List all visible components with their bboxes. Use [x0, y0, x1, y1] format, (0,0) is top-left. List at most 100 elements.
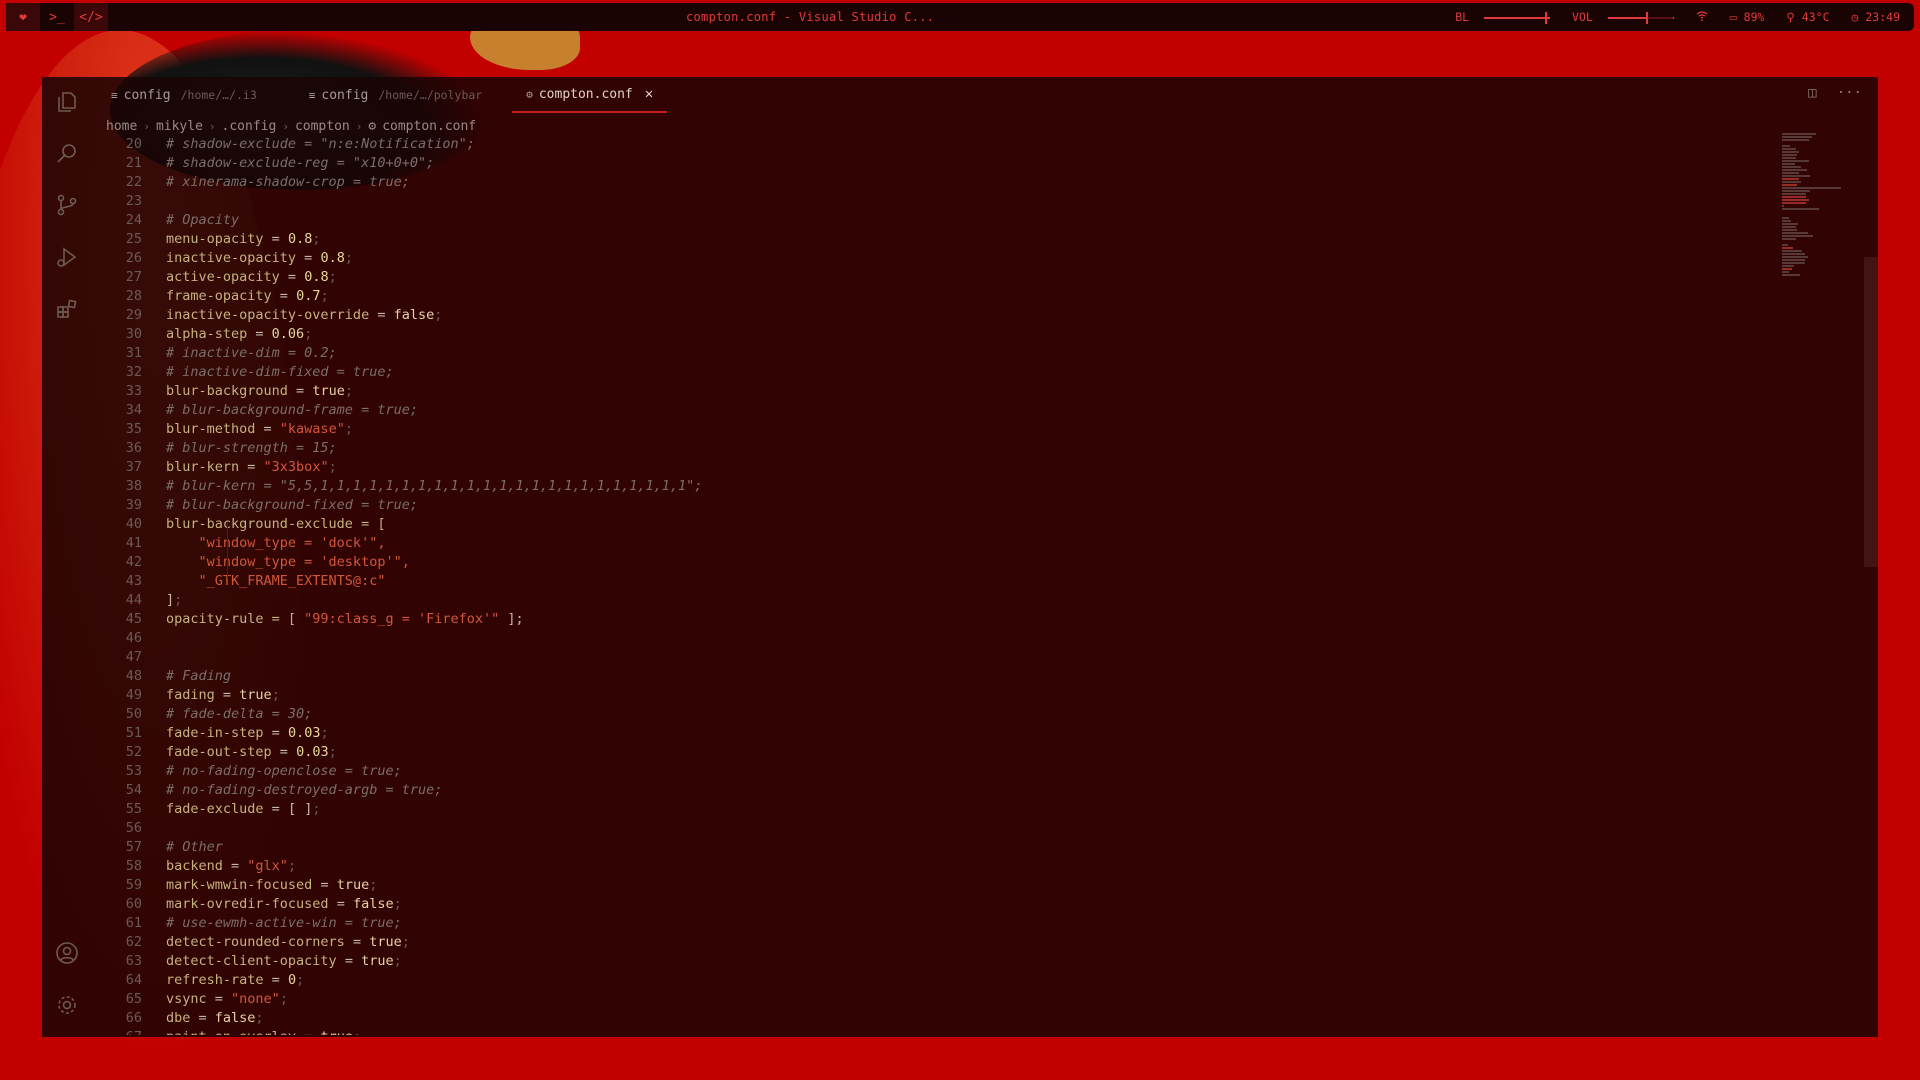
volume-slider[interactable] — [1607, 11, 1674, 24]
code-line[interactable]: 65 vsync = "none"; — [92, 990, 1792, 1009]
line-number: 22 — [125, 174, 142, 190]
code-line[interactable]: 41 "window_type = 'dock'", — [92, 534, 1792, 553]
minimap[interactable] — [1782, 133, 1862, 333]
code-line[interactable]: 37 blur-kern = "3x3box"; — [92, 458, 1792, 477]
value-token: true — [336, 877, 370, 893]
battery-icon: ▭ — [1729, 10, 1737, 24]
breadcrumb-item[interactable]: mikyle — [156, 119, 203, 134]
breadcrumb-item[interactable]: home — [106, 119, 137, 134]
volume-knob[interactable] — [1646, 11, 1649, 24]
code-line[interactable]: 62 detect-rounded-corners = true; — [92, 933, 1792, 952]
workspace-vivaldi-icon[interactable]: ❤ — [6, 3, 40, 31]
vertical-scrollbar[interactable] — [1864, 257, 1878, 567]
minimap-line — [1782, 199, 1809, 201]
code-line[interactable]: 40 blur-background-exclude = [ — [92, 515, 1792, 534]
code-line[interactable]: 61 # use-ewmh-active-win = true; — [92, 914, 1792, 933]
volume-module[interactable]: VOL — [1572, 10, 1674, 24]
code-line[interactable]: 43 "_GTK_FRAME_EXTENTS@:c" — [92, 572, 1792, 591]
line-number: 61 — [125, 915, 142, 931]
minimap-line — [1782, 244, 1789, 246]
brightness-slider[interactable] — [1484, 11, 1551, 24]
code-line[interactable]: 32 # inactive-dim-fixed = true; — [92, 363, 1792, 382]
code-line[interactable]: 58 backend = "glx"; — [92, 857, 1792, 876]
code-line[interactable]: 38 # blur-kern = "5,5,1,1,1,1,1,1,1,1,1,1… — [92, 477, 1792, 496]
extensions-icon[interactable] — [51, 293, 83, 325]
code-line[interactable]: 30 alpha-step = 0.06; — [92, 325, 1792, 344]
account-icon[interactable] — [51, 937, 83, 969]
code-line[interactable]: 49 fading = true; — [92, 686, 1792, 705]
workspace-code-icon[interactable]: </> — [74, 3, 108, 31]
workspace-terminal-icon[interactable]: >_ — [40, 3, 74, 31]
brightness-knob[interactable] — [1544, 11, 1547, 24]
code-line[interactable]: 26 inactive-opacity = 0.8; — [92, 249, 1792, 268]
code-line[interactable]: 27 active-opacity = 0.8; — [92, 268, 1792, 287]
operator-token: = — [263, 801, 288, 817]
code-line[interactable]: 35 blur-method = "kawase"; — [92, 420, 1792, 439]
line-content — [142, 819, 166, 838]
file-lines-icon: ≡ — [308, 88, 316, 102]
code-line[interactable]: 22 # xinerama-shadow-crop = true; — [92, 173, 1792, 192]
code-line[interactable]: 23 — [92, 192, 1792, 211]
code-line[interactable]: 63 detect-client-opacity = true; — [92, 952, 1792, 971]
brightness-module[interactable]: BL — [1455, 10, 1551, 24]
tab-compton-conf[interactable]: ⚙ compton.conf ✕ — [512, 77, 668, 113]
code-line[interactable]: 29 inactive-opacity-override = false; — [92, 306, 1792, 325]
code-line[interactable]: 34 # blur-background-frame = true; — [92, 401, 1792, 420]
code-line[interactable]: 60 mark-ovredir-focused = false; — [92, 895, 1792, 914]
run-debug-icon[interactable] — [51, 241, 83, 273]
split-editor-icon[interactable]: ◫ — [1808, 85, 1816, 101]
close-icon[interactable]: ✕ — [645, 86, 653, 102]
code-line[interactable]: 57 # Other — [92, 838, 1792, 857]
code-line[interactable]: 44]; — [92, 591, 1792, 610]
code-line[interactable]: 51 fade-in-step = 0.03; — [92, 724, 1792, 743]
line-number: 41 — [125, 535, 142, 551]
more-actions-icon[interactable]: ··· — [1837, 85, 1862, 101]
code-line[interactable]: 47 — [92, 648, 1792, 667]
comment-token: # use-ewmh-active-win = true; — [166, 915, 402, 931]
code-line[interactable]: 66 dbe = false; — [92, 1009, 1792, 1028]
source-control-icon[interactable] — [51, 189, 83, 221]
minimap-line — [1782, 247, 1793, 249]
operator-token: = — [263, 231, 288, 247]
code-editor[interactable]: 20 # shadow-exclude = "n:e:Notification";… — [92, 135, 1792, 1035]
code-line[interactable]: 64 refresh-rate = 0; — [92, 971, 1792, 990]
code-line[interactable]: 33 blur-background = true; — [92, 382, 1792, 401]
code-line[interactable]: 21 # shadow-exclude-reg = "x10+0+0"; — [92, 154, 1792, 173]
code-line[interactable]: 55 fade-exclude = [ ]; — [92, 800, 1792, 819]
code-line[interactable]: 56 — [92, 819, 1792, 838]
breadcrumb-item[interactable]: compton.conf — [382, 119, 476, 134]
line-content: # fade-delta = 30; — [142, 705, 312, 724]
tab-polybar-config[interactable]: ≡ config /home/…/polybar — [295, 77, 496, 113]
settings-gear-icon[interactable] — [51, 989, 83, 1021]
code-line[interactable]: 31 # inactive-dim = 0.2; — [92, 344, 1792, 363]
brightness-label: BL — [1455, 10, 1470, 24]
code-line[interactable]: 48 # Fading — [92, 667, 1792, 686]
search-icon[interactable] — [51, 137, 83, 169]
line-number: 40 — [125, 516, 142, 532]
code-line[interactable]: 39 # blur-background-fixed = true; — [92, 496, 1792, 515]
breadcrumb-item[interactable]: compton — [295, 119, 350, 134]
code-line[interactable]: 67paint-on-overlay = true; — [92, 1028, 1792, 1035]
code-line[interactable]: 28 frame-opacity = 0.7; — [92, 287, 1792, 306]
code-line[interactable]: 42 "window_type = 'desktop'", — [92, 553, 1792, 572]
temperature-module: ⚲ 43°C — [1786, 10, 1829, 24]
code-line[interactable]: 52 fade-out-step = 0.03; — [92, 743, 1792, 762]
code-line[interactable]: 53 # no-fading-openclose = true; — [92, 762, 1792, 781]
chevron-right-icon: › — [143, 119, 150, 133]
wifi-icon[interactable] — [1696, 10, 1708, 24]
code-line[interactable]: 54 # no-fading-destroyed-argb = true; — [92, 781, 1792, 800]
code-line[interactable]: 36 # blur-strength = 15; — [92, 439, 1792, 458]
code-line[interactable]: 46 — [92, 629, 1792, 648]
code-line[interactable]: 50 # fade-delta = 30; — [92, 705, 1792, 724]
breadcrumb-item[interactable]: .config — [222, 119, 277, 134]
code-line[interactable]: 24 # Opacity — [92, 211, 1792, 230]
explorer-icon[interactable] — [51, 86, 83, 118]
line-content: # blur-strength = 15; — [142, 439, 337, 458]
code-line[interactable]: 25 menu-opacity = 0.8; — [92, 230, 1792, 249]
code-line[interactable]: 45 opacity-rule = [ "99:class_g = 'Firefo… — [92, 610, 1792, 629]
code-line[interactable]: 59 mark-wmwin-focused = true; — [92, 876, 1792, 895]
code-line[interactable]: 20 # shadow-exclude = "n:e:Notification"; — [92, 135, 1792, 154]
tab-i3-config[interactable]: ≡ config /home/…/.i3 — [97, 77, 271, 113]
line-content: paint-on-overlay = true; — [142, 1028, 361, 1035]
tab-path: /home/…/polybar — [378, 88, 483, 102]
